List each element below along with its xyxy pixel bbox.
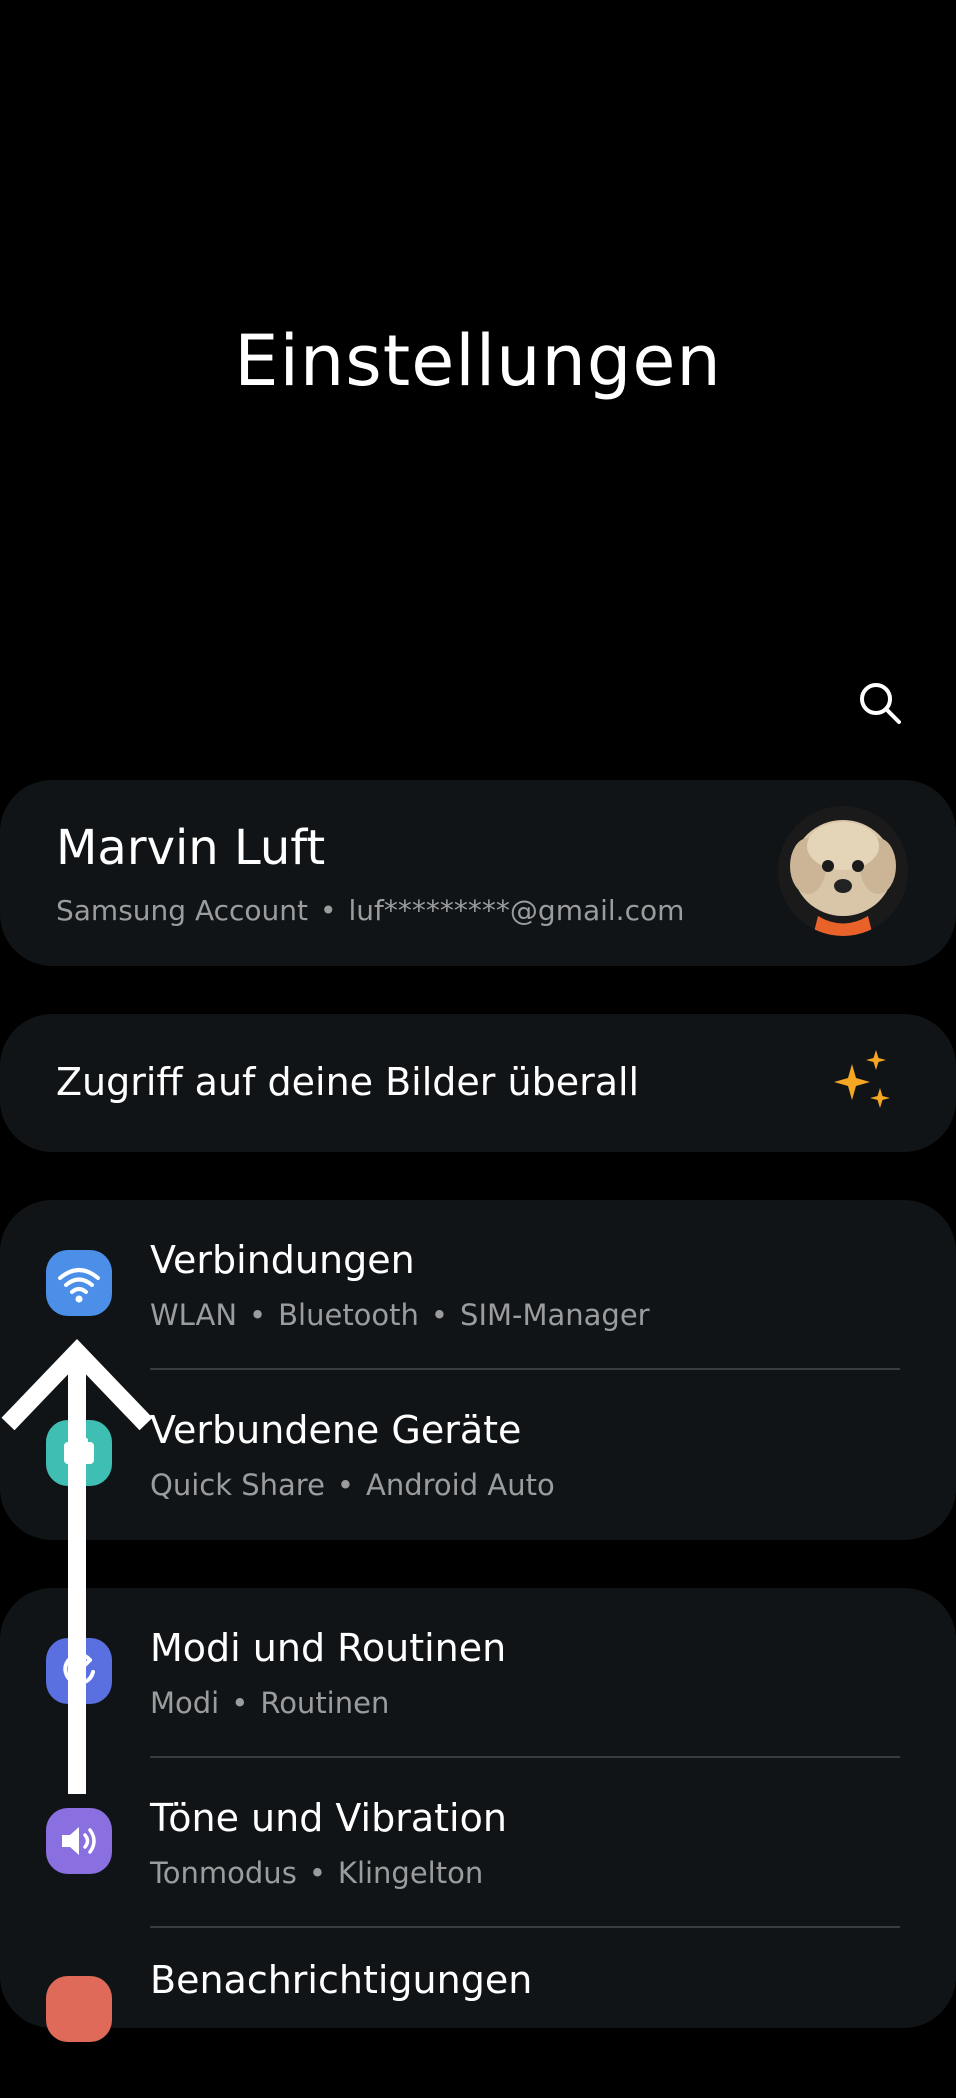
connected-devices-icon bbox=[46, 1420, 112, 1486]
notifications-icon bbox=[46, 1976, 112, 2042]
settings-item-verbundene-geraete[interactable]: Verbundene Geräte Quick Share • Android Au… bbox=[0, 1370, 956, 1540]
photos-everywhere-card[interactable]: Zugriff auf deine Bilder überall bbox=[0, 1014, 956, 1152]
settings-item-toene-und-vibration[interactable]: Töne und Vibration Tonmodus • Klingelton bbox=[0, 1758, 956, 1928]
modes-routines-icon bbox=[46, 1638, 112, 1704]
item-subtitle: Tonmodus • Klingelton bbox=[150, 1856, 484, 1890]
item-title: Verbindungen bbox=[150, 1238, 415, 1282]
item-subtitle: Quick Share • Android Auto bbox=[150, 1468, 555, 1502]
item-title: Modi und Routinen bbox=[150, 1626, 507, 1670]
settings-group-connections: Verbindungen WLAN • Bluetooth • SIM-Manager … bbox=[0, 1200, 956, 1540]
page-title: Einstellungen bbox=[234, 320, 722, 402]
item-title: Töne und Vibration bbox=[150, 1796, 507, 1840]
settings-item-modi-und-routinen[interactable]: Modi und Routinen Modi • Routinen bbox=[0, 1588, 956, 1758]
settings-item-benachrichtigungen[interactable]: Benachrichtigungen bbox=[0, 1928, 956, 2098]
sound-icon bbox=[46, 1808, 112, 1874]
search-icon bbox=[860, 683, 901, 724]
samsung-account-card[interactable]: Marvin Luft Samsung Account • luf*********… bbox=[0, 780, 956, 966]
settings-item-verbindungen[interactable]: Verbindungen WLAN • Bluetooth • SIM-Manager bbox=[0, 1200, 956, 1370]
account-service: Samsung Account bbox=[56, 894, 309, 927]
separator-dot: • bbox=[320, 894, 337, 927]
avatar[interactable] bbox=[778, 806, 908, 936]
item-subtitle: Modi • Routinen bbox=[150, 1686, 390, 1720]
settings-group-modes: Modi und Routinen Modi • Routinen Töne und… bbox=[0, 1588, 956, 2042]
account-name: Marvin Luft bbox=[56, 820, 326, 876]
sparkle-icon bbox=[834, 1050, 890, 1108]
account-subtitle: Samsung Account • luf*********@gmail.com bbox=[56, 894, 684, 927]
item-title: Benachrichtigungen bbox=[150, 1958, 533, 2002]
promo-text: Zugriff auf deine Bilder überall bbox=[56, 1060, 640, 1104]
account-email: luf*********@gmail.com bbox=[348, 894, 685, 927]
item-subtitle: WLAN • Bluetooth • SIM-Manager bbox=[150, 1298, 650, 1332]
wifi-icon bbox=[46, 1250, 112, 1316]
item-title: Verbundene Geräte bbox=[150, 1408, 522, 1452]
search-button[interactable] bbox=[855, 678, 905, 728]
